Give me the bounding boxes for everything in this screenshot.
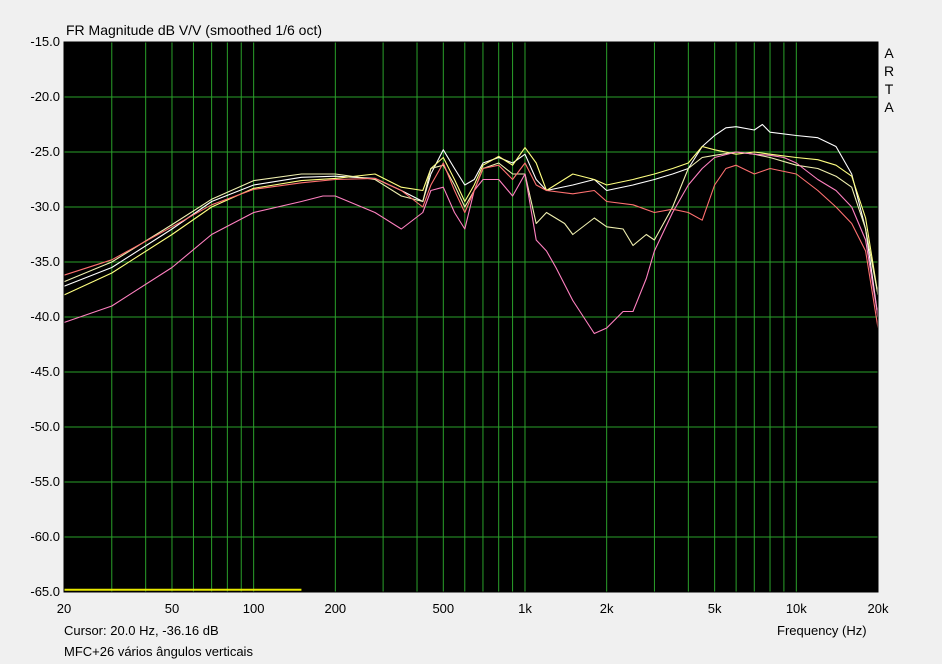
x-tick-label: 500 (432, 601, 455, 616)
y-tick-label: -45.0 (30, 364, 60, 379)
y-tick-label: -55.0 (30, 474, 60, 489)
measurement-caption: MFC+26 vários ângulos verticais (64, 644, 253, 659)
x-tick-label: 1k (518, 601, 532, 616)
y-tick-label: -40.0 (30, 309, 60, 324)
y-tick-label: -50.0 (30, 419, 60, 434)
arta-brand-label: ARTA (882, 44, 896, 116)
y-tick-label: -35.0 (30, 254, 60, 269)
y-tick-label: -20.0 (30, 89, 60, 104)
x-tick-label: 200 (324, 601, 347, 616)
y-tick-label: -25.0 (30, 144, 60, 159)
x-tick-label: 20 (56, 601, 72, 616)
x-axis-label: Frequency (Hz) (777, 623, 867, 638)
frequency-response-plot[interactable] (0, 0, 942, 664)
y-tick-label: -30.0 (30, 199, 60, 214)
x-tick-label: 2k (599, 601, 614, 616)
x-tick-label: 10k (785, 601, 807, 616)
x-tick-label: 5k (707, 601, 722, 616)
brand-letter: T (884, 81, 894, 97)
x-tick-label: 50 (164, 601, 180, 616)
x-tick-label: 20k (867, 601, 889, 616)
y-tick-label: -65.0 (30, 584, 60, 599)
y-tick-label: -15.0 (30, 34, 60, 49)
y-tick-label: -60.0 (30, 529, 60, 544)
cursor-readout: Cursor: 20.0 Hz, -36.16 dB (64, 623, 219, 638)
x-tick-label: 100 (242, 601, 265, 616)
brand-letter: A (884, 45, 894, 61)
brand-letter: R (883, 63, 895, 79)
brand-letter: A (884, 99, 894, 115)
